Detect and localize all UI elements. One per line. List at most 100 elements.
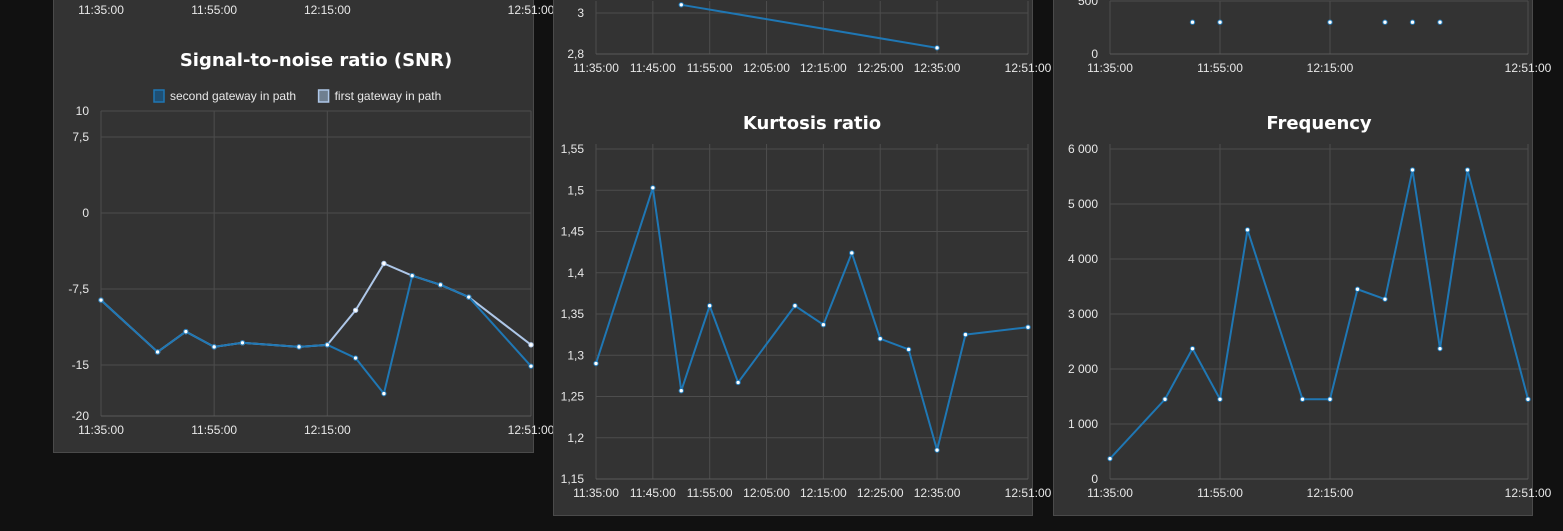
data-point (962, 331, 969, 338)
legend-label: first gateway in path (335, 89, 442, 103)
data-point (98, 297, 104, 303)
data-point (324, 342, 331, 348)
series-line (100, 274, 532, 395)
x-tick-label: 12:05:00 (743, 486, 790, 500)
x-tick-label: 12:51:00 (508, 423, 555, 437)
data-point (650, 185, 656, 191)
y-tick-label: 1,55 (561, 142, 585, 156)
y-tick-label: 1 000 (1068, 417, 1098, 431)
x-tick-label: 11:35:00 (78, 423, 124, 437)
data-point (1437, 19, 1443, 25)
data-point (1107, 455, 1113, 462)
legend-swatch (317, 89, 330, 103)
data-point (409, 273, 415, 279)
data-point (154, 349, 161, 355)
snr-chart: 11:35:00 11:55:00 12:15:00 12:51:00 Signal-t… (68, 3, 554, 437)
y-tick-label: 4 000 (1068, 252, 1098, 266)
data-point (1189, 19, 1196, 25)
data-point (239, 340, 246, 346)
data-point (1437, 345, 1443, 352)
data-point (678, 2, 684, 8)
x-tick-label: 11:35:00 (1087, 61, 1133, 75)
data-point (352, 307, 359, 313)
y-tick-label: 1,4 (567, 266, 584, 280)
data-point (1525, 396, 1531, 402)
data-point (1217, 19, 1223, 25)
data-point (183, 328, 189, 335)
chart-title: Kurtosis ratio (743, 113, 881, 134)
y-tick-label: 10 (76, 104, 90, 118)
chart-panel-middle: 3 2,8 11:35:00 11:45:00 11:55:00 12:05:00 12:1… (553, 0, 1052, 516)
y-tick-label: 1,2 (567, 431, 584, 445)
x-tick-label: 11:55:00 (687, 486, 733, 500)
y-tick-label: 0 (1091, 472, 1098, 486)
y-tick-label: 1,35 (561, 307, 585, 321)
y-tick-label: 5 000 (1068, 197, 1098, 211)
y-tick-label: 1,3 (567, 348, 584, 362)
data-point (528, 363, 534, 369)
data-point (1327, 19, 1333, 25)
data-point (381, 260, 387, 267)
legend-swatch (153, 89, 165, 103)
data-point (211, 344, 217, 350)
y-tick-label: 6 000 (1068, 142, 1098, 156)
data-point (381, 390, 387, 397)
x-tick-label: 11:35:00 (78, 3, 124, 17)
x-tick-label: 12:51:00 (508, 3, 555, 17)
x-tick-label: 12:15:00 (1307, 486, 1354, 500)
x-tick-label: 11:35:00 (1087, 486, 1133, 500)
data-point (820, 322, 827, 328)
x-tick-label: 12:35:00 (914, 486, 961, 500)
data-point (849, 250, 855, 256)
series-line (595, 186, 1029, 452)
x-tick-label: 11:35:00 (573, 486, 619, 500)
x-tick-label: 11:55:00 (1197, 61, 1243, 75)
x-tick-label: 12:25:00 (857, 61, 904, 75)
data-point (792, 303, 798, 309)
x-tick-label: 11:55:00 (191, 423, 237, 437)
x-tick-label: 12:05:00 (743, 61, 790, 75)
chart-title: Frequency (1266, 113, 1372, 134)
data-point (905, 346, 912, 353)
x-tick-label: 12:15:00 (800, 486, 847, 500)
y-tick-label: 1,25 (561, 390, 585, 404)
legend-label: second gateway in path (170, 89, 296, 103)
y-tick-label: 3 (577, 6, 584, 20)
data-point (1382, 19, 1388, 25)
x-tick-label: 11:55:00 (687, 61, 733, 75)
data-point (1409, 19, 1416, 25)
series-group (678, 2, 940, 51)
chart-panel-top-left: 11:35:00 11:55:00 12:15:00 12:51:00 Signal-t… (53, 0, 555, 453)
y-tick-label: 2 000 (1068, 362, 1098, 376)
frequency-chart: 500011:35:00 11:55:00 12:15:00 12:51:00Freq… (1068, 0, 1552, 500)
y-tick-label: -15 (72, 358, 90, 372)
y-tick-label: 0 (1091, 47, 1098, 61)
x-tick-label: 11:35:00 (573, 61, 619, 75)
data-point (934, 45, 940, 51)
x-tick-label: 11:55:00 (191, 3, 237, 17)
data-point (1189, 345, 1196, 352)
data-point (528, 342, 534, 348)
data-point (934, 447, 940, 453)
x-tick-label: 12:15:00 (800, 61, 847, 75)
series-line (100, 262, 532, 353)
data-point (1217, 396, 1223, 402)
data-point (706, 303, 713, 309)
data-point (877, 336, 883, 342)
x-tick-label: 11:45:00 (630, 61, 676, 75)
data-point (1244, 227, 1251, 233)
x-tick-label: 12:51:00 (1005, 486, 1052, 500)
x-tick-label: 12:51:00 (1005, 61, 1052, 75)
x-tick-label: 12:35:00 (914, 61, 961, 75)
data-point (437, 282, 444, 288)
data-point (735, 379, 741, 386)
x-tick-label: 11:45:00 (630, 486, 676, 500)
y-tick-label: 3 000 (1068, 307, 1098, 321)
data-point (1382, 296, 1388, 302)
data-point (1162, 396, 1168, 402)
data-point (352, 355, 359, 361)
series-line (681, 3, 938, 49)
data-point (1354, 286, 1361, 292)
series-group (98, 260, 534, 397)
data-point (593, 360, 599, 367)
